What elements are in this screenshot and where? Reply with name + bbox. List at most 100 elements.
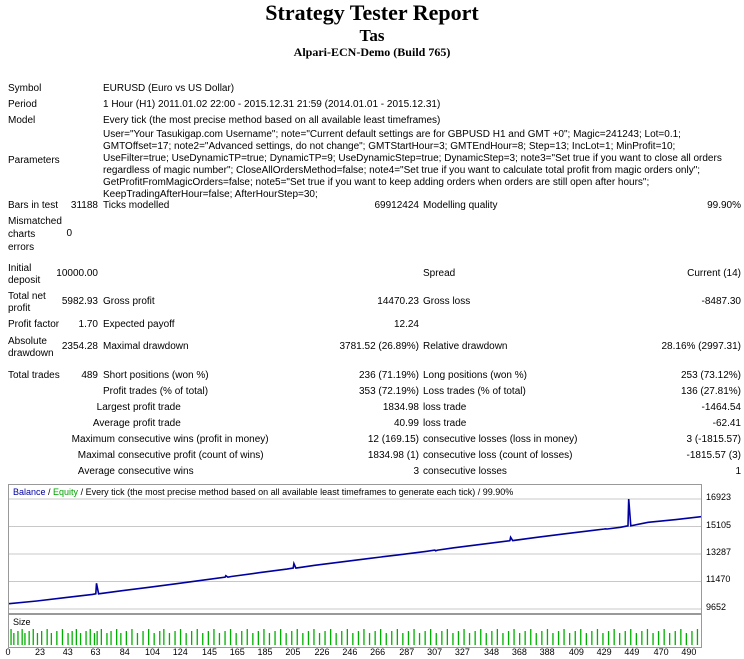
size-bar <box>41 631 43 645</box>
size-bar <box>56 631 58 645</box>
size-bar <box>46 629 48 645</box>
size-bar <box>257 631 259 645</box>
x-tick-label: 43 <box>62 647 73 657</box>
x-tick-label: 124 <box>172 647 188 657</box>
mcp-label: consecutive profit (count of wins) <box>118 450 264 461</box>
size-bar <box>607 631 610 645</box>
size-bar <box>335 633 337 645</box>
size-bar <box>285 633 287 645</box>
size-bar <box>318 633 321 645</box>
size-bar <box>142 631 144 645</box>
trades-label: Total trades <box>8 370 60 381</box>
x-tick-label: 84 <box>119 647 130 657</box>
size-bar <box>424 631 426 645</box>
x-tick-label: 185 <box>257 647 273 657</box>
mclo-label: consecutive loss (count of losses) <box>423 450 573 461</box>
size-bar <box>179 629 182 645</box>
size-bar <box>89 629 91 645</box>
size-bar <box>263 629 265 645</box>
size-bar <box>131 629 133 645</box>
balance-line <box>9 498 701 605</box>
ptrades-label: Profit trades (% of total) <box>103 386 209 397</box>
size-bar <box>513 629 515 645</box>
size-bar <box>613 629 615 645</box>
ea-name: Tas <box>359 26 385 45</box>
mcw-value: 12 (169.15) <box>367 434 419 445</box>
bars-label: Bars in test <box>8 200 59 211</box>
absdd-label: Absolute drawdown <box>8 336 54 359</box>
size-bar <box>100 629 102 645</box>
reldd-value: 28.16% (2997.31) <box>661 341 741 352</box>
size-bar <box>185 633 187 645</box>
size-bar <box>669 633 671 645</box>
x-tick-label: 165 <box>229 647 245 657</box>
size-chart: Size <box>8 614 702 648</box>
ltrades-label: Loss trades (% of total) <box>423 386 526 397</box>
size-bar <box>196 629 198 645</box>
lprofit-label: profit trade <box>133 402 181 413</box>
spread-label: Spread <box>423 268 456 279</box>
payoff-label: Expected payoff <box>103 319 175 330</box>
size-bar <box>268 633 271 645</box>
acl-label: consecutive losses <box>423 466 507 477</box>
size-bar <box>296 629 298 645</box>
aprofit-label: profit trade <box>133 418 181 429</box>
size-bar <box>624 631 626 645</box>
size-bar <box>168 633 171 645</box>
size-bar <box>380 629 382 645</box>
size-bar <box>28 631 30 645</box>
size-bar <box>163 629 165 645</box>
size-bar <box>324 631 326 645</box>
short-label: Short positions (won %) <box>103 370 209 381</box>
size-bar <box>680 629 682 645</box>
size-bar <box>546 629 549 645</box>
reldd-label: Relative drawdown <box>423 341 508 352</box>
size-label: Size <box>13 617 31 627</box>
balance-chart-svg <box>9 498 701 610</box>
size-bar <box>630 629 632 645</box>
size-bar <box>491 631 493 645</box>
x-tick-label: 490 <box>681 647 697 657</box>
size-bar <box>385 633 387 645</box>
size-bar <box>569 633 571 645</box>
y-tick-label: 11470 <box>706 574 731 585</box>
lprofit-value: 1834.98 <box>382 402 419 413</box>
mclo-value: -1815.57 (3) <box>686 450 741 461</box>
spread-value: Current (14) <box>687 268 741 279</box>
size-bar <box>136 633 139 645</box>
size-bar <box>663 629 665 645</box>
x-tick-label: 307 <box>427 647 443 657</box>
size-bar <box>21 629 23 645</box>
x-tick-label: 429 <box>596 647 612 657</box>
size-bar <box>524 631 526 645</box>
size-bar <box>246 629 248 645</box>
quality-value: 99.90% <box>707 200 741 211</box>
chart-legend: Balance / Equity / Every tick (the most … <box>13 487 513 497</box>
size-bar <box>241 631 243 645</box>
x-tick-label: 205 <box>285 647 301 657</box>
size-bar <box>691 631 693 645</box>
legend-balance: Balance <box>13 487 46 497</box>
x-tick-label: 145 <box>201 647 217 657</box>
size-bar <box>229 629 232 645</box>
size-bar <box>596 629 599 645</box>
size-bar <box>224 631 226 645</box>
x-tick-label: 388 <box>539 647 555 657</box>
x-tick-label: 266 <box>370 647 386 657</box>
payoff-value: 12.24 <box>393 319 419 330</box>
size-bar <box>302 633 304 645</box>
size-bar <box>341 631 343 645</box>
aloss-label: loss trade <box>423 418 467 429</box>
maxdd-value: 3781.52 (26.89%) <box>339 341 419 352</box>
mcl-value: 3 (-1815.57) <box>686 434 741 445</box>
size-bar <box>363 629 365 645</box>
size-bar <box>313 629 315 645</box>
size-bar <box>585 633 587 645</box>
netprofit-label: Total net profit <box>8 291 46 314</box>
size-bar <box>530 629 532 645</box>
size-bar <box>32 629 34 645</box>
size-bar <box>280 629 282 645</box>
parameters-value: User="Your Tasukigap.com Username"; note… <box>103 129 722 200</box>
size-bar <box>202 633 204 645</box>
size-bar <box>580 629 582 645</box>
